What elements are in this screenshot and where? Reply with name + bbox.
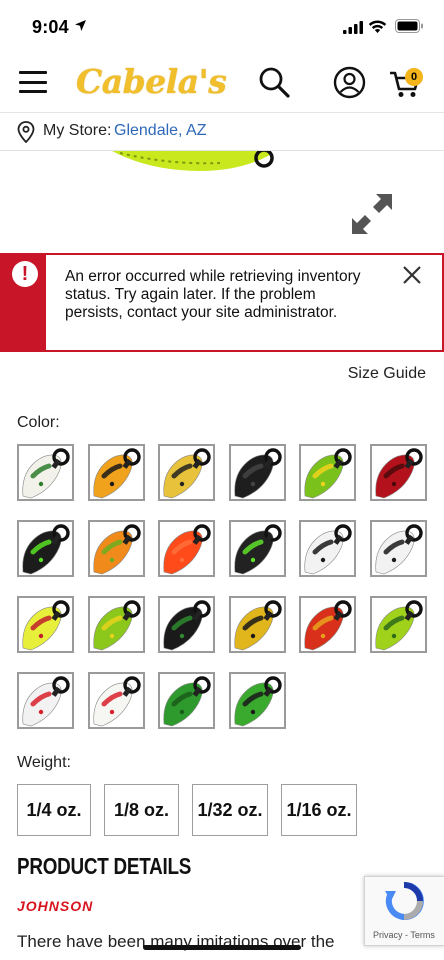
weight-label: Weight: — [17, 754, 71, 771]
cabelas-logo[interactable]: Cabela's — [76, 62, 227, 101]
color-swatch[interactable] — [370, 444, 427, 501]
color-swatch[interactable] — [158, 520, 216, 577]
status-bar: 9:04 — [0, 0, 444, 52]
lure-thumbnail — [304, 448, 353, 499]
expand-icon[interactable] — [350, 192, 394, 236]
color-swatch[interactable] — [17, 520, 74, 577]
recaptcha-badge[interactable]: Privacy - Terms — [364, 876, 444, 946]
recaptcha-icon — [385, 881, 424, 920]
brand-logo: JOHNSON — [17, 898, 94, 914]
lure-thumbnail — [22, 676, 70, 727]
color-swatch[interactable] — [299, 444, 357, 501]
size-guide-link[interactable]: Size Guide — [348, 365, 426, 383]
error-banner: ! An error occurred while retrieving inv… — [0, 253, 444, 352]
color-swatch[interactable] — [228, 672, 286, 729]
error-exclamation-icon: ! — [12, 261, 38, 287]
lure-thumbnail — [163, 676, 211, 727]
product-details-heading: PRODUCT DETAILS — [17, 853, 192, 879]
color-swatch[interactable] — [370, 520, 427, 577]
lure-thumbnail — [375, 448, 423, 499]
lure-thumbnail — [93, 448, 141, 499]
color-swatch[interactable] — [17, 596, 74, 653]
lure-thumbnail — [304, 600, 353, 651]
error-message: An error occurred while retrieving inven… — [65, 268, 361, 321]
menu-line — [19, 90, 47, 93]
lure-thumbnail — [163, 524, 211, 575]
lure-thumbnail — [93, 676, 141, 727]
color-swatch[interactable] — [87, 520, 145, 577]
lure-thumbnail — [163, 600, 211, 651]
lure-thumbnail — [22, 448, 70, 499]
lure-thumbnail — [234, 448, 282, 499]
color-swatch[interactable] — [370, 596, 427, 653]
recaptcha-terms[interactable]: Privacy - Terms — [373, 930, 435, 940]
home-indicator — [143, 945, 301, 950]
error-side-bar: ! — [2, 255, 46, 350]
color-swatch[interactable] — [228, 596, 286, 653]
close-icon[interactable] — [400, 263, 424, 287]
lure-thumbnail — [22, 600, 70, 651]
color-swatch[interactable] — [87, 672, 145, 729]
color-swatch[interactable] — [87, 596, 145, 653]
store-link[interactable]: Glendale, AZ — [114, 122, 207, 140]
menu-line — [19, 80, 47, 84]
lure-thumbnail — [163, 448, 211, 499]
wifi-icon — [368, 20, 387, 33]
lure-thumbnail — [375, 600, 423, 651]
lure-thumbnail — [93, 600, 141, 651]
search-icon[interactable] — [258, 66, 290, 98]
menu-button[interactable] — [19, 71, 47, 93]
lure-thumbnail — [375, 524, 423, 575]
account-icon[interactable] — [333, 66, 366, 99]
store-label: My Store: — [43, 122, 112, 139]
color-swatch[interactable] — [158, 444, 216, 501]
color-swatch[interactable] — [299, 520, 357, 577]
color-swatch[interactable] — [228, 444, 286, 501]
color-label: Color: — [17, 414, 60, 431]
location-arrow-icon — [75, 20, 86, 31]
cellular-signal-icon — [343, 21, 363, 34]
color-swatch[interactable] — [299, 596, 357, 653]
location-pin-icon — [17, 121, 35, 143]
weight-option[interactable]: 1/8 oz. — [104, 784, 179, 836]
color-swatch[interactable] — [17, 672, 74, 729]
battery-icon — [395, 19, 423, 33]
store-bar: My Store: Glendale, AZ — [0, 113, 444, 151]
color-swatch[interactable] — [158, 672, 216, 729]
color-swatch[interactable] — [87, 444, 145, 501]
color-swatch[interactable] — [158, 596, 216, 653]
status-time: 9:04 — [32, 17, 69, 37]
lure-thumbnail — [304, 524, 353, 575]
color-swatch[interactable] — [228, 520, 286, 577]
weight-option[interactable]: 1/4 oz. — [17, 784, 91, 836]
lure-thumbnail — [93, 524, 141, 575]
weight-option[interactable]: 1/32 oz. — [192, 784, 268, 836]
color-swatch[interactable] — [17, 444, 74, 501]
cart-count-badge: 0 — [405, 68, 423, 86]
lure-thumbnail — [234, 676, 282, 727]
site-header: Cabela's — [0, 52, 444, 113]
weight-option[interactable]: 1/16 oz. — [281, 784, 357, 836]
menu-line — [19, 71, 47, 74]
lure-thumbnail — [234, 524, 282, 575]
lure-thumbnail — [234, 600, 282, 651]
lure-thumbnail — [22, 524, 70, 575]
